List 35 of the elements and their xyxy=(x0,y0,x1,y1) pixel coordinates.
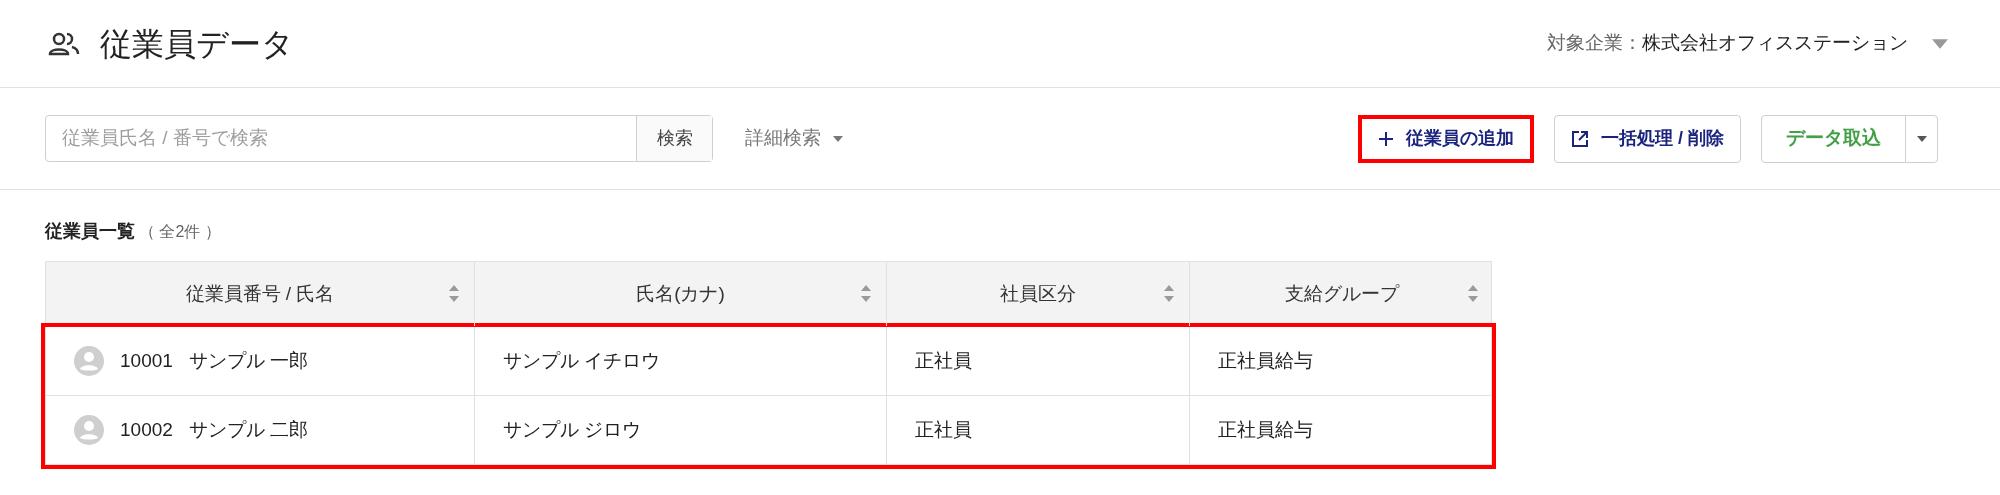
caret-icon xyxy=(833,135,843,142)
column-header[interactable]: 従業員番号 / 氏名 xyxy=(46,262,474,326)
page-title: 従業員データ xyxy=(100,24,294,64)
external-link-icon xyxy=(1571,129,1589,148)
table-cell-text: 正社員 xyxy=(915,417,972,442)
search-button[interactable]: 検索 xyxy=(636,116,712,161)
table-cell-text: 正社員給与 xyxy=(1218,348,1313,373)
advanced-search-button[interactable]: 詳細検索 xyxy=(745,124,843,153)
avatar-icon xyxy=(74,346,104,376)
company-name: 株式会社オフィスステーション xyxy=(1642,31,1908,56)
avatar-icon xyxy=(74,415,104,445)
table-cell-text: 正社員給与 xyxy=(1218,417,1313,442)
table-cell-text: 正社員 xyxy=(915,348,972,373)
caret-icon xyxy=(1916,135,1927,142)
column-header[interactable]: 社員区分 xyxy=(886,262,1189,326)
add-employee-button[interactable]: 従業員の追加 xyxy=(1358,114,1534,163)
table-cell-text: 10002 サンプル 二郎 xyxy=(120,417,309,442)
column-header[interactable]: 氏名(カナ) xyxy=(474,262,886,326)
sort-icon[interactable] xyxy=(1163,284,1175,304)
plus-icon xyxy=(1378,130,1394,147)
table-cell-text: 10001 サンプル 一郎 xyxy=(120,348,309,373)
bulk-process-button[interactable]: 一括処理 / 削除 xyxy=(1554,114,1741,163)
caret-icon xyxy=(1932,38,1948,49)
list-title: 従業員一覧 xyxy=(45,220,135,243)
table-cell-text: サンプル ジロウ xyxy=(503,417,642,442)
sort-icon[interactable] xyxy=(860,284,872,304)
users-icon xyxy=(48,30,80,57)
column-header[interactable]: 支給グループ xyxy=(1189,262,1493,326)
sort-icon[interactable] xyxy=(448,284,460,304)
search-field[interactable]: 従業員氏名 / 番号で検索 検索 xyxy=(45,115,713,162)
sort-icon[interactable] xyxy=(1467,284,1479,304)
company-label: 対象企業： xyxy=(1547,31,1642,56)
search-input[interactable]: 従業員氏名 / 番号で検索 xyxy=(46,116,636,161)
list-count: （ 全2件 ） xyxy=(139,222,221,242)
table-cell-text: サンプル イチロウ xyxy=(503,348,661,373)
